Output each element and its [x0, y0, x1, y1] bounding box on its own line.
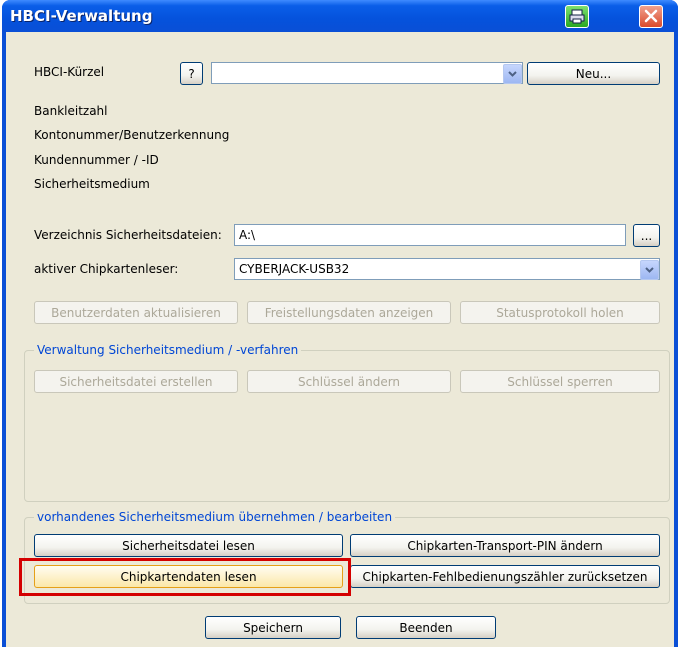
hbci-window: HBCI-Verwaltung HBCI-Kürzel ? Neu... Ban… [2, 0, 678, 647]
sicherheitsdatei-erstellen-button[interactable]: Sicherheitsdatei erstellen [34, 370, 238, 393]
title-bar[interactable]: HBCI-Verwaltung [2, 0, 678, 32]
printer-icon[interactable] [565, 5, 589, 28]
kuerzel-select[interactable] [211, 62, 523, 84]
chipkarten-transport-pin-aendern-button[interactable]: Chipkarten-Transport-PIN ändern [350, 534, 660, 557]
kuerzel-dropdown-arrow-icon[interactable] [503, 64, 522, 84]
statusprotokoll-holen-button[interactable]: Statusprotokoll holen [460, 301, 660, 324]
label-bankleitzahl: Bankleitzahl [34, 104, 108, 118]
fehlbedienungszaehler-zuruecksetzen-button[interactable]: Chipkarten-Fehlbedienungszähler zurückse… [350, 565, 660, 588]
label-verzeichnis: Verzeichnis Sicherheitsdateien: [34, 228, 222, 242]
label-sicherheitsmedium: Sicherheitsmedium [34, 177, 150, 191]
label-kundennummer: Kundennummer / -ID [34, 153, 159, 167]
help-button[interactable]: ? [180, 62, 203, 85]
benutzerdaten-aktualisieren-button[interactable]: Benutzerdaten aktualisieren [34, 301, 238, 324]
dialog-client: HBCI-Kürzel ? Neu... Bankleitzahl Konton… [6, 32, 674, 647]
sicherheitsdatei-lesen-button[interactable]: Sicherheitsdatei lesen [34, 534, 343, 557]
chipkartenleser-dropdown-arrow-icon[interactable] [640, 260, 659, 280]
label-kontonummer: Kontonummer/Benutzerkennung [34, 128, 230, 142]
beenden-button[interactable]: Beenden [356, 616, 496, 639]
window-title: HBCI-Verwaltung [10, 7, 153, 25]
verzeichnis-input[interactable]: A:\ [234, 224, 626, 246]
label-kuerzel: HBCI-Kürzel [34, 65, 105, 79]
highlight-box [19, 558, 351, 596]
close-icon[interactable] [639, 5, 663, 28]
label-chipkartenleser: aktiver Chipkartenleser: [34, 262, 179, 276]
freistellungsdaten-anzeigen-button[interactable]: Freistellungsdaten anzeigen [247, 301, 451, 324]
verwaltung-group-title: Verwaltung Sicherheitsmedium / -verfahre… [34, 343, 302, 357]
speichern-button[interactable]: Speichern [205, 616, 341, 639]
browse-button[interactable]: ... [633, 224, 660, 247]
vorhanden-group-title: vorhandenes Sicherheitsmedium übernehmen… [34, 510, 396, 524]
schluessel-aendern-button[interactable]: Schlüssel ändern [247, 370, 451, 393]
neu-button[interactable]: Neu... [527, 62, 660, 85]
schluessel-sperren-button[interactable]: Schlüssel sperren [460, 370, 660, 393]
chipkartenleser-select[interactable]: CYBERJACK-USB32 [234, 258, 660, 280]
